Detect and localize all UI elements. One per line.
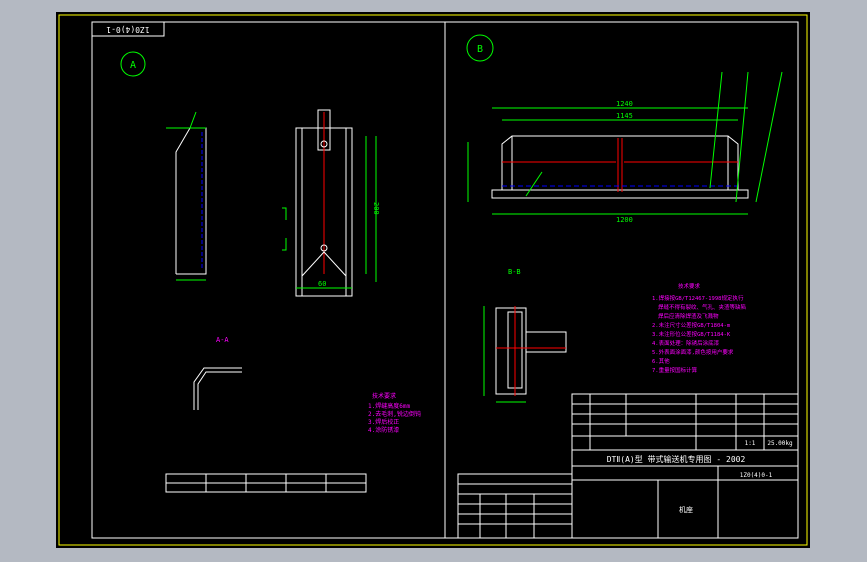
svg-text:5.外表面涂面漆,颜色按用户要求: 5.外表面涂面漆,颜色按用户要求 [652,348,734,356]
main-frame-view: 1240 1145 1200 [467,71,783,224]
svg-text:技术要求: 技术要求 [372,392,396,400]
view-a-label: A [130,60,136,71]
svg-text:技术要求: 技术要求 [678,282,701,290]
left-front-view: 200 60 [282,109,380,297]
dim-width-small: 60 [318,280,326,288]
svg-text:1.焊缝高度6mm: 1.焊缝高度6mm [368,402,410,410]
section-label-2: B-B [508,268,521,276]
title-block-drawing-no: 1Z0(4)0-1 [740,472,773,479]
view-b-label: B [477,44,483,55]
svg-text:4.表面处理：除锈后涂底漆: 4.表面处理：除锈后涂底漆 [652,339,720,347]
dim-height: 200 [372,202,380,215]
section-label-1: A-A [216,336,229,344]
title-block [571,393,799,539]
right-notes: 技术要求 1.焊接按GB/T12467-1998规定执行 焊缝不得有裂纹、气孔、… [652,282,746,374]
title-block-scale: 1:1 [745,440,756,447]
title-block-weight: 25.00kg [767,440,793,447]
bracket-section: A-A [193,336,242,410]
sheet-number: 1Z0(4)0-1 [106,25,150,34]
dim-base-length: 1200 [616,216,633,224]
dim-inner-length: 1145 [616,112,633,120]
left-side-view [166,111,207,281]
svg-text:3.焊后校正: 3.焊后校正 [368,418,399,426]
detail-section: B-B [483,268,567,403]
title-block-name: 机座 [679,505,693,514]
svg-text:焊缝不得有裂纹、气孔、夹渣等缺陷: 焊缝不得有裂纹、气孔、夹渣等缺陷 [658,303,746,311]
svg-text:3.未注形位公差按GB/T1184-K: 3.未注形位公差按GB/T1184-K [652,330,731,338]
svg-text:4.涂防锈漆: 4.涂防锈漆 [368,426,399,434]
svg-text:2.未注尺寸公差按GB/T1804-m: 2.未注尺寸公差按GB/T1804-m [652,321,731,329]
left-parts-table [165,473,367,493]
svg-text:7.重量按国标计算: 7.重量按国标计算 [652,366,698,374]
title-block-title: DTⅡ(A)型 带式输送机专用图 - 2002 [607,454,746,464]
svg-text:6.其他: 6.其他 [652,357,670,365]
svg-text:2.去毛刺,锐边倒钝: 2.去毛刺,锐边倒钝 [368,410,421,418]
drawing-canvas[interactable]: 1Z0(4)0-1 A B 200 60 A-A 技术要求 1.焊缝高度6mm … [56,12,810,548]
cad-drawing: 1Z0(4)0-1 A B 200 60 A-A 技术要求 1.焊缝高度6mm … [58,14,808,546]
revision-block [457,473,573,539]
svg-text:1.焊接按GB/T12467-1998规定执行: 1.焊接按GB/T12467-1998规定执行 [652,294,744,302]
cad-viewport: 1Z0(4)0-1 A B 200 60 A-A 技术要求 1.焊缝高度6mm … [0,0,867,562]
dim-overall-length: 1240 [616,100,633,108]
left-notes: 技术要求 1.焊缝高度6mm 2.去毛刺,锐边倒钝 3.焊后校正 4.涂防锈漆 [368,392,421,434]
svg-text:焊后应清除焊渣及飞溅物: 焊后应清除焊渣及飞溅物 [658,312,719,320]
